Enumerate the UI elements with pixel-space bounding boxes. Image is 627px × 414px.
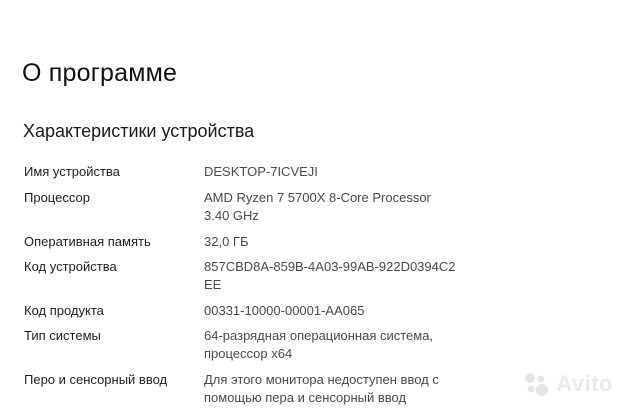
spec-value-pen-touch[interactable]: Для этого монитора недоступен ввод с пом… [204, 371, 484, 407]
spec-label-device-name: Имя устройства [24, 164, 120, 179]
spec-value-line: 00331-10000-00001-AA065 [204, 303, 365, 318]
spec-value-line: AMD Ryzen 7 5700X 8-Core Processor [204, 190, 431, 205]
section-title: Характеристики устройства [23, 121, 255, 141]
avito-logo-icon [525, 373, 549, 396]
page-title: О программе [22, 59, 178, 87]
spec-value-ram[interactable]: 32,0 ГБ [204, 233, 484, 251]
spec-value-line: 64-разрядная операционная система, [204, 328, 434, 343]
spec-value-device-id[interactable]: 857CBD8A-859B-4A03-99AB-922D0394C2 EE [204, 258, 484, 294]
spec-value-system-type[interactable]: 64-разрядная операционная система, проце… [204, 327, 484, 363]
spec-value-line: процессор x64 [204, 346, 293, 361]
spec-label-product-id: Код продукта [24, 303, 104, 318]
watermark-text: Avito [556, 371, 613, 396]
avito-watermark: Avito [522, 370, 613, 398]
spec-label-device-id: Код устройства [24, 259, 117, 274]
spec-value-line: 3.40 GHz [204, 208, 259, 223]
spec-label-system-type: Тип системы [24, 328, 101, 343]
spec-value-line: EE [204, 277, 222, 292]
spec-label-processor: Процессор [24, 190, 90, 205]
spec-value-processor[interactable]: AMD Ryzen 7 5700X 8-Core Processor 3.40 … [204, 189, 484, 225]
spec-value-line: 32,0 ГБ [204, 234, 249, 249]
spec-value-line: DESKTOP-7ICVEJI [204, 164, 318, 179]
spec-value-line: помощью пера и сенсорный ввод [204, 390, 407, 405]
spec-label-ram: Оперативная память [24, 234, 151, 249]
spec-value-device-name[interactable]: DESKTOP-7ICVEJI [204, 163, 484, 181]
spec-value-product-id[interactable]: 00331-10000-00001-AA065 [204, 302, 484, 320]
spec-label-pen-touch: Перо и сенсорный ввод [24, 372, 168, 387]
spec-value-line: 857CBD8A-859B-4A03-99AB-922D0394C2 [204, 259, 456, 274]
spec-value-line: Для этого монитора недоступен ввод с [204, 372, 439, 387]
